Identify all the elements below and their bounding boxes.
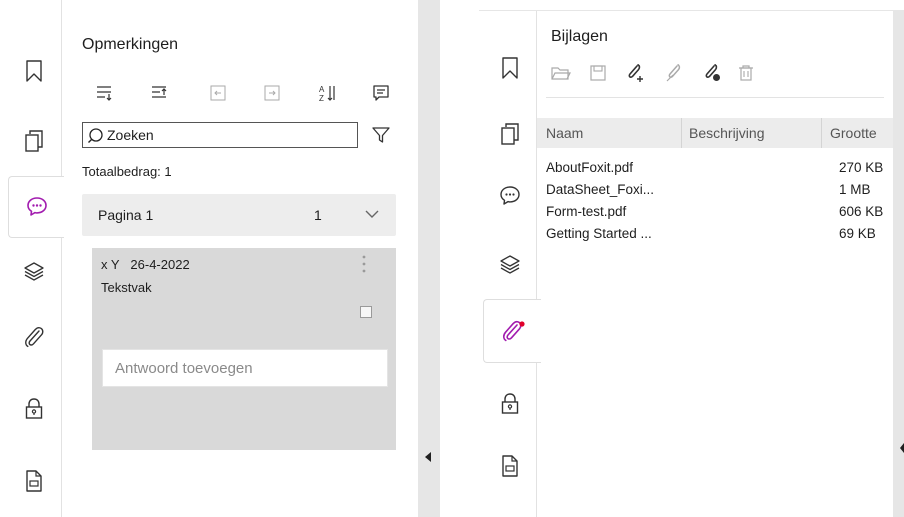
table-row[interactable]: Form-test.pdf 606 KB [537, 201, 893, 223]
bookmark-icon[interactable] [483, 45, 537, 91]
toolbar-divider [546, 97, 884, 98]
page-group-row[interactable]: Pagina 1 1 [82, 194, 396, 236]
search-input[interactable] [107, 127, 347, 143]
security-icon[interactable] [483, 381, 537, 427]
file-size: 606 KB [839, 204, 884, 219]
comment-type: Tekstvak [101, 280, 152, 295]
collapse-arrow-icon[interactable] [900, 443, 904, 453]
comments-panel-title: Opmerkingen [82, 36, 179, 53]
document-area-edge [893, 11, 904, 517]
collapse-arrow-icon[interactable] [425, 452, 431, 462]
attachments-panel [537, 11, 893, 517]
file-name: Form-test.pdf [546, 204, 627, 219]
collapse-all-icon[interactable] [149, 82, 171, 104]
file-name: AboutFoxit.pdf [546, 160, 634, 175]
table-row[interactable]: DataSheet_Foxi... 1 MB [537, 179, 893, 201]
column-separator[interactable] [681, 118, 682, 148]
comments-icon[interactable] [483, 173, 537, 219]
delete-attachment-icon[interactable] [702, 63, 722, 83]
file-size: 69 KB [839, 226, 876, 241]
file-name: DataSheet_Foxi... [546, 182, 655, 197]
security-icon[interactable] [8, 386, 60, 432]
right-sidebar-rail [479, 11, 541, 517]
comments-icon[interactable] [8, 176, 64, 238]
comment-date: 26-4-2022 [130, 257, 190, 272]
comments-search-box[interactable] [82, 122, 358, 148]
comment-author: x Y [101, 257, 120, 272]
table-row[interactable]: AboutFoxit.pdf 270 KB [537, 157, 893, 179]
attachments-panel-title: Bijlagen [551, 28, 608, 45]
comment-summary-icon[interactable] [370, 82, 392, 104]
attachment-icon[interactable] [8, 314, 60, 360]
comment-meta: x Y 26-4-2022 [101, 257, 190, 272]
column-header-size[interactable]: Grootte [830, 125, 877, 141]
search-icon [87, 127, 103, 143]
comment-checkbox[interactable] [360, 306, 372, 318]
sort-icon[interactable]: AZ [317, 82, 339, 104]
layers-icon[interactable] [483, 241, 537, 287]
page-group-count: 1 [314, 207, 322, 223]
column-header-name[interactable]: Naam [546, 125, 583, 141]
column-header-description[interactable]: Beschrijving [689, 125, 764, 141]
file-icon[interactable] [8, 458, 60, 504]
pages-icon[interactable] [8, 118, 60, 164]
comment-card[interactable]: x Y 26-4-2022 Tekstvak [92, 248, 396, 450]
reply-input[interactable] [103, 350, 387, 386]
chevron-down-icon[interactable] [364, 207, 380, 226]
file-size: 1 MB [839, 182, 871, 197]
edit-attachment-icon[interactable] [664, 63, 684, 83]
svg-text:Z: Z [319, 94, 324, 102]
svg-text:A: A [319, 85, 325, 94]
save-icon[interactable] [588, 63, 608, 83]
next-comment-icon[interactable] [261, 82, 283, 104]
gap [440, 0, 479, 517]
add-attachment-icon[interactable] [625, 63, 645, 83]
attachment-icon[interactable] [483, 299, 541, 363]
page-group-label: Pagina 1 [98, 207, 154, 223]
file-size: 270 KB [839, 160, 884, 175]
table-row[interactable]: Getting Started ... 69 KB [537, 223, 893, 245]
total-count-label: Totaalbedrag: 1 [82, 164, 172, 179]
pages-icon[interactable] [483, 111, 537, 157]
trash-icon[interactable] [736, 63, 756, 83]
more-options-icon[interactable] [358, 252, 370, 278]
expand-all-icon[interactable] [94, 82, 116, 104]
bookmark-icon[interactable] [8, 48, 60, 94]
previous-comment-icon[interactable] [207, 82, 229, 104]
layers-icon[interactable] [8, 248, 60, 294]
panel-splitter[interactable] [418, 0, 440, 517]
reply-box[interactable] [102, 349, 388, 387]
open-folder-icon[interactable] [551, 63, 571, 83]
filter-icon[interactable] [370, 124, 392, 146]
left-sidebar-rail [0, 0, 64, 517]
file-icon[interactable] [483, 443, 537, 489]
column-separator[interactable] [821, 118, 822, 148]
attachments-table-header: Naam Beschrijving Grootte [537, 118, 893, 148]
file-name: Getting Started ... [546, 226, 652, 241]
